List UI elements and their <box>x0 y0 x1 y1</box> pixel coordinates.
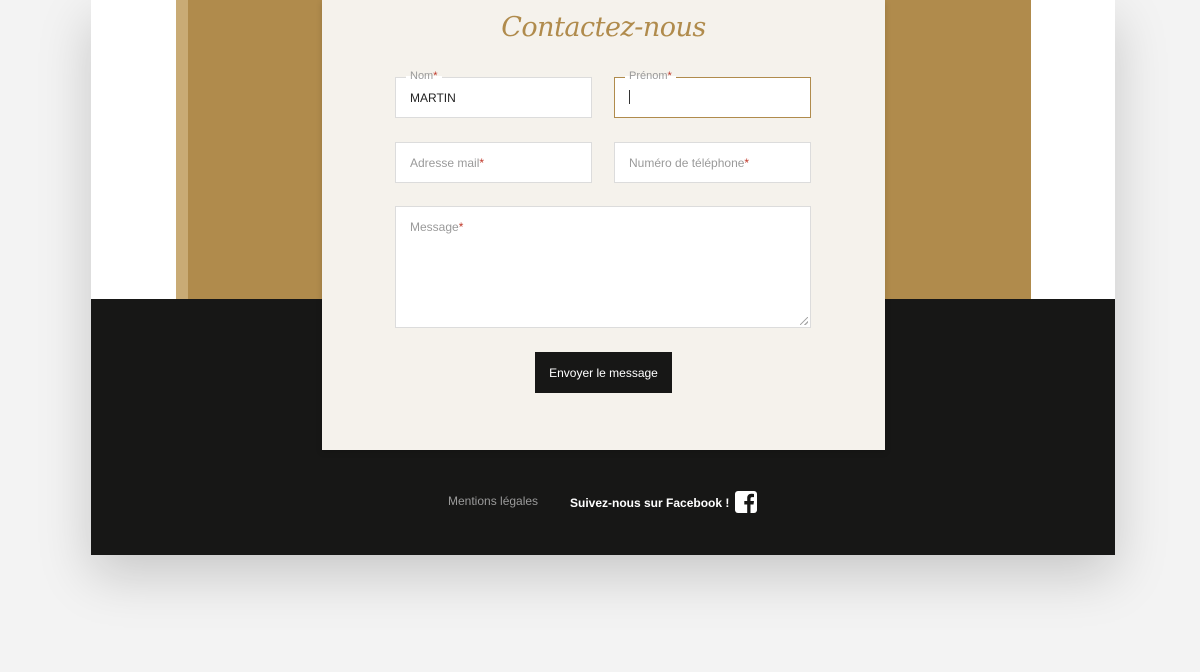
page-mockup: Mentions légales Suivez-nous sur Faceboo… <box>91 0 1115 555</box>
facebook-icon[interactable] <box>735 490 757 514</box>
first-name-label: Prénom* <box>625 70 676 82</box>
message-textarea[interactable]: Message* <box>395 206 811 328</box>
last-name-field[interactable]: Nom* MARTIN <box>395 70 592 118</box>
email-label: Adresse mail* <box>410 156 485 170</box>
text-caret <box>629 90 630 104</box>
send-message-button[interactable]: Envoyer le message <box>535 352 672 393</box>
gold-band-edge <box>176 0 188 300</box>
last-name-label: Nom* <box>406 70 442 82</box>
phone-label: Numéro de téléphone* <box>629 156 750 170</box>
message-label: Message* <box>410 220 464 234</box>
email-field[interactable]: Adresse mail* <box>395 142 592 183</box>
last-name-value: MARTIN <box>410 91 456 105</box>
first-name-field[interactable]: Prénom* <box>614 70 811 118</box>
legal-notice-link[interactable]: Mentions légales <box>448 494 538 508</box>
contact-title: Contactez-nous <box>501 12 706 43</box>
resize-handle[interactable] <box>800 317 808 325</box>
phone-field[interactable]: Numéro de téléphone* <box>614 142 811 183</box>
contact-form-card: Contactez-nous Nom* MARTIN Prénom* Adres… <box>322 0 885 450</box>
facebook-follow-text[interactable]: Suivez-nous sur Facebook ! <box>570 496 729 510</box>
